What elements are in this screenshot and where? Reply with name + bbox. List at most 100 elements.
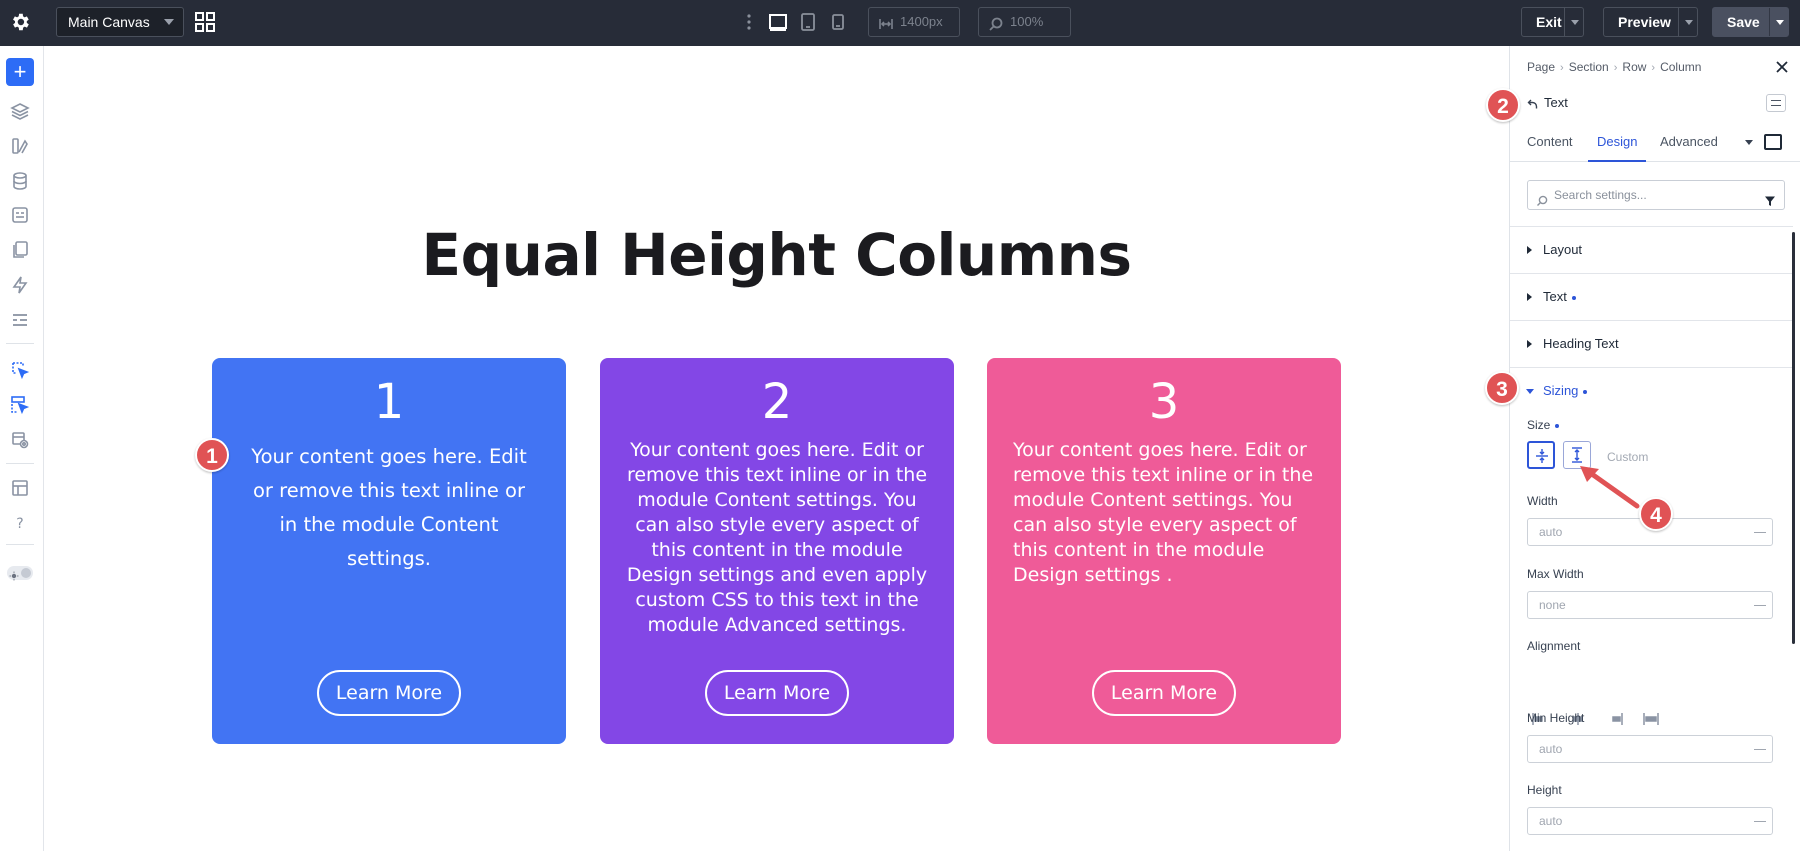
tab-content[interactable]: Content xyxy=(1527,126,1573,162)
design-library-icon[interactable] xyxy=(10,136,30,156)
section-layout[interactable]: Layout xyxy=(1510,226,1793,273)
width-label: Width xyxy=(1527,494,1558,508)
max-width-value: none xyxy=(1539,598,1566,612)
column-card-2[interactable]: 2 Your content goes here. Edit or remove… xyxy=(600,358,954,744)
panel-scrollbar[interactable] xyxy=(1792,232,1795,644)
multi-select-icon[interactable] xyxy=(10,395,30,415)
card-number[interactable]: 1 xyxy=(212,372,566,432)
exit-button[interactable]: Exit xyxy=(1521,7,1584,37)
page-heading[interactable]: Equal Height Columns xyxy=(44,221,1509,289)
add-element-button[interactable]: + xyxy=(6,58,34,86)
preset-manager-icon[interactable] xyxy=(10,430,30,450)
more-tabs-dropdown-icon[interactable] xyxy=(1745,140,1753,145)
min-height-label: Min Height xyxy=(1527,711,1585,725)
layers-icon[interactable] xyxy=(10,101,30,121)
unit-dash-icon[interactable] xyxy=(1754,749,1766,750)
min-height-value: auto xyxy=(1539,742,1563,756)
breadcrumb-page[interactable]: Page xyxy=(1527,60,1555,74)
filter-icon[interactable] xyxy=(1764,189,1776,206)
width-value: auto xyxy=(1539,525,1563,539)
module-title: Text xyxy=(1544,95,1568,110)
callout-marker-3: 3 xyxy=(1485,371,1519,405)
align-stretch-icon[interactable] xyxy=(1642,711,1660,727)
breadcrumb-column[interactable]: Column xyxy=(1660,60,1701,74)
exit-button-label: Exit xyxy=(1536,14,1562,30)
save-button[interactable]: Save xyxy=(1712,7,1789,37)
column-card-1[interactable]: 1 Your content goes here. Edit or remove… xyxy=(212,358,566,744)
caret-right-icon xyxy=(1527,246,1532,254)
dynamic-content-icon[interactable] xyxy=(10,205,30,225)
section-sizing[interactable]: Sizing xyxy=(1510,367,1793,414)
builder-canvas: Equal Height Columns 1 Your content goes… xyxy=(44,46,1509,851)
module-options-icon[interactable] xyxy=(1766,94,1786,112)
help-icon[interactable]: ? xyxy=(10,513,30,533)
save-dropdown-icon[interactable] xyxy=(1776,20,1784,25)
size-label: Size xyxy=(1527,418,1551,432)
back-arrow-icon[interactable] xyxy=(1527,97,1539,109)
theme-toggle[interactable] xyxy=(7,566,33,581)
settings-gear-icon[interactable] xyxy=(9,11,31,33)
chevron-right-icon: › xyxy=(1560,62,1564,74)
sun-icon xyxy=(9,568,19,581)
unit-dash-icon[interactable] xyxy=(1754,532,1766,533)
max-width-input[interactable]: none xyxy=(1527,591,1773,619)
exit-dropdown-icon[interactable] xyxy=(1571,20,1579,25)
unit-dash-icon[interactable] xyxy=(1754,821,1766,822)
grid-layout-icon[interactable] xyxy=(194,11,216,33)
tab-advanced[interactable]: Advanced xyxy=(1660,126,1718,162)
breadcrumb-section[interactable]: Section xyxy=(1569,60,1609,74)
phone-view-icon[interactable] xyxy=(831,11,845,33)
card-number[interactable]: 2 xyxy=(600,372,954,432)
pages-icon[interactable] xyxy=(10,240,30,260)
settings-search-input[interactable]: Search settings... xyxy=(1527,180,1785,210)
theme-options-icon[interactable] xyxy=(10,310,30,330)
unit-dash-icon[interactable] xyxy=(1754,605,1766,606)
breadcrumb-row[interactable]: Row xyxy=(1622,60,1646,74)
breadcrumb: Page › Section › Row › Column xyxy=(1527,60,1701,74)
canvas-select[interactable]: Main Canvas xyxy=(56,7,184,37)
left-toolbar: + ? xyxy=(0,46,44,851)
expand-panel-icon[interactable] xyxy=(1764,134,1782,150)
database-icon[interactable] xyxy=(10,171,30,191)
select-element-icon[interactable] xyxy=(10,360,30,380)
settings-tabs: Content Design Advanced xyxy=(1510,126,1800,162)
zoom-field[interactable]: 100% xyxy=(978,7,1071,37)
learn-more-button[interactable]: Learn More xyxy=(317,670,461,716)
section-label: Text xyxy=(1543,289,1567,304)
tab-design[interactable]: Design xyxy=(1588,126,1647,162)
close-icon[interactable] xyxy=(1775,60,1789,74)
section-heading-text[interactable]: Heading Text xyxy=(1510,320,1793,367)
search-icon xyxy=(1536,189,1548,206)
caret-right-icon xyxy=(1527,293,1532,301)
stretch-height-icon xyxy=(1572,447,1582,463)
chevron-down-icon xyxy=(164,19,174,25)
preview-button[interactable]: Preview xyxy=(1603,7,1698,37)
align-right-icon[interactable] xyxy=(1606,711,1624,727)
tablet-view-icon[interactable] xyxy=(800,11,816,33)
height-input[interactable]: auto xyxy=(1527,807,1773,835)
column-card-3[interactable]: 3 Your content goes here. Edit or remove… xyxy=(987,358,1341,744)
card-text[interactable]: Your content goes here. Edit or remove t… xyxy=(620,438,934,638)
card-number[interactable]: 3 xyxy=(987,372,1341,432)
learn-more-button[interactable]: Learn More xyxy=(1092,670,1236,716)
settings-panel: Page › Section › Row › Column Text Content Des… xyxy=(1509,46,1800,851)
more-options-icon[interactable] xyxy=(745,12,753,32)
canvas-select-label: Main Canvas xyxy=(68,14,150,30)
portability-icon[interactable] xyxy=(10,478,30,498)
card-text[interactable]: Your content goes here. Edit or remove t… xyxy=(1013,438,1327,588)
min-height-input[interactable]: auto xyxy=(1527,735,1773,763)
caret-right-icon xyxy=(1527,340,1532,348)
height-value: auto xyxy=(1539,814,1563,828)
shrink-height-icon xyxy=(1536,449,1548,463)
width-arrows-icon xyxy=(878,14,894,30)
canvas-width-field[interactable]: 1400px xyxy=(868,7,960,37)
size-fit-button[interactable] xyxy=(1527,441,1555,469)
svg-text:?: ? xyxy=(16,516,23,532)
caret-down-icon xyxy=(1526,389,1534,394)
interactions-bolt-icon[interactable] xyxy=(10,275,30,295)
desktop-view-icon[interactable] xyxy=(768,11,788,33)
preview-dropdown-icon[interactable] xyxy=(1685,20,1693,25)
card-text[interactable]: Your content goes here. Edit or remove t… xyxy=(242,440,536,576)
learn-more-button[interactable]: Learn More xyxy=(705,670,849,716)
section-text[interactable]: Text xyxy=(1510,273,1793,320)
